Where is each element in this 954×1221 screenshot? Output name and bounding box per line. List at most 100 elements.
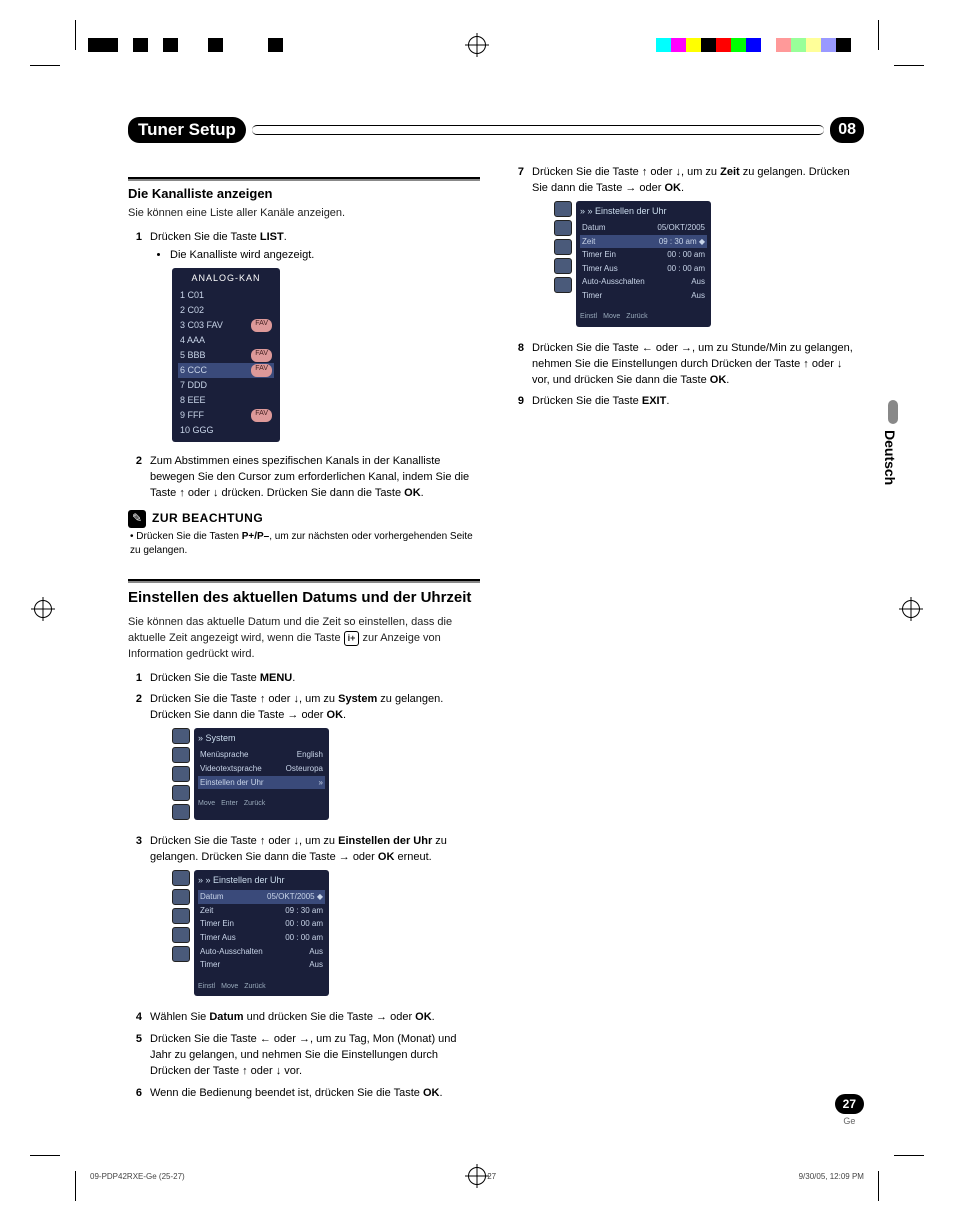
osd-row: 5 BBBFAV	[178, 348, 274, 363]
color-swatch	[223, 38, 238, 52]
color-swatch	[133, 38, 148, 52]
steps-uhrzeit: 1 Drücken Sie die Taste MENU. 2 Drücken …	[128, 671, 480, 1102]
key-label: OK	[665, 182, 682, 194]
print-file: 09-PDP42RXE-Ge (25-27)	[90, 1172, 185, 1181]
osd-title: » » Einstellen der Uhr	[198, 874, 325, 887]
osd-icon	[172, 946, 190, 962]
key-label: System	[338, 693, 377, 705]
osd-icon	[172, 870, 190, 886]
note-heading: ✎ ZUR BEACHTUNG	[128, 510, 480, 528]
osd-icon	[554, 239, 572, 255]
osd-panel: » System MenüspracheEnglishVideotextspra…	[194, 728, 329, 820]
color-swatch	[178, 38, 193, 52]
step-8: 8 Drücken Sie die Taste ← oder →, um zu …	[510, 341, 862, 389]
key-label: OK	[415, 1011, 432, 1023]
osd-row: Timer Ein00 : 00 am	[198, 917, 325, 931]
page-number: 27	[835, 1094, 864, 1114]
section-rule	[128, 177, 480, 181]
registration-mark	[902, 600, 920, 618]
key-label: Einstellen der Uhr	[338, 835, 432, 847]
step-2: 2 Zum Abstimmen eines spezifischen Kanal…	[128, 454, 480, 502]
crop-mark	[894, 1155, 924, 1156]
key-label: OK	[404, 487, 421, 499]
color-swatch	[118, 38, 133, 52]
osd-row: 1 C01	[178, 288, 274, 303]
section-subtitle: Sie können das aktuelle Datum und die Ze…	[128, 615, 480, 663]
color-bar-left	[88, 38, 298, 52]
chapter-title: Tuner Setup	[128, 117, 246, 143]
osd-row: MenüspracheEnglish	[198, 748, 325, 762]
page-lang-code: Ge	[835, 1116, 864, 1126]
osd-row: 7 DDD	[178, 378, 274, 393]
page-number-block: 27 Ge	[835, 1094, 864, 1126]
osd-row: 6 CCCFAV	[178, 363, 274, 378]
color-swatch	[148, 38, 163, 52]
osd-foot-item: Enter	[221, 799, 238, 809]
print-date: 9/30/05, 12:09 PM	[799, 1172, 864, 1181]
crop-mark	[30, 65, 60, 66]
osd-foot-item: Einstl	[198, 982, 215, 992]
osd-row: Auto-AusschaltenAus	[198, 945, 325, 959]
info-icon: i+	[344, 631, 360, 646]
steps-uhrzeit-cont: 7 Drücken Sie die Taste ↑ oder ↓, um zu …	[510, 165, 862, 410]
crop-mark	[894, 65, 924, 66]
osd-sidebar-icons	[554, 201, 572, 327]
color-swatch	[746, 38, 761, 52]
step-1: 1 Drücken Sie die Taste MENU.	[128, 671, 480, 687]
header-rule	[252, 125, 824, 135]
left-column: Die Kanalliste anzeigen Sie können eine …	[128, 165, 480, 1108]
color-swatch	[283, 38, 298, 52]
crop-mark	[30, 1155, 60, 1156]
osd-foot-item: Zurück	[626, 312, 647, 322]
step-6: 6 Wenn die Bedienung beendet ist, drücke…	[128, 1086, 480, 1102]
crop-mark	[878, 1171, 879, 1201]
osd-foot-item: Move	[221, 982, 238, 992]
osd-row: Zeit09 : 30 am ◆	[580, 235, 707, 249]
color-swatch	[701, 38, 716, 52]
color-swatch	[851, 38, 866, 52]
osd-title: » » Einstellen der Uhr	[580, 205, 707, 218]
steps-kanalliste: 1 Drücken Sie die Taste LIST. Die Kanall…	[128, 230, 480, 502]
step-4: 4 Wählen Sie Datum und drücken Sie die T…	[128, 1010, 480, 1026]
color-swatch	[163, 38, 178, 52]
osd-row: Zeit09 : 30 am	[198, 904, 325, 918]
key-label: OK	[327, 709, 344, 721]
side-pill	[888, 400, 898, 424]
key-label: OK	[423, 1087, 440, 1099]
color-swatch	[238, 38, 253, 52]
color-swatch	[193, 38, 208, 52]
osd-icon	[554, 258, 572, 274]
step-text: Drücken Sie die Taste	[150, 231, 260, 243]
note-icon: ✎	[128, 510, 146, 528]
osd-row: Einstellen der Uhr»	[198, 776, 325, 790]
osd-footer: EinstlMoveZurück	[580, 312, 707, 322]
osd-row: TimerAus	[580, 289, 707, 303]
section-title-kanalliste: Die Kanalliste anzeigen	[128, 185, 480, 204]
key-label: P+/P–	[242, 531, 270, 542]
color-swatch	[253, 38, 268, 52]
osd-icon	[172, 927, 190, 943]
section-title-uhrzeit: Einstellen des aktuellen Datums und der …	[128, 587, 480, 609]
color-bar-right	[656, 38, 866, 52]
color-swatch	[731, 38, 746, 52]
osd-row: 9 FFFFAV	[178, 408, 274, 423]
osd-foot-item: Move	[603, 312, 620, 322]
section-subtitle: Sie können eine Liste aller Kanäle anzei…	[128, 206, 480, 222]
osd-row: Datum05/OKT/2005	[580, 221, 707, 235]
osd-row: VideotextspracheOsteuropa	[198, 762, 325, 776]
osd-icon	[554, 220, 572, 236]
key-label: OK	[710, 374, 727, 386]
step-9: 9 Drücken Sie die Taste EXIT.	[510, 394, 862, 410]
osd-row: 2 C02	[178, 303, 274, 318]
osd-foot-item: Zurück	[244, 799, 265, 809]
osd-icon	[172, 728, 190, 744]
section-rule	[128, 579, 480, 583]
note-title: ZUR BEACHTUNG	[152, 510, 263, 527]
bullet-item: Die Kanalliste wird angezeigt.	[170, 248, 480, 264]
color-swatch	[686, 38, 701, 52]
color-swatch	[806, 38, 821, 52]
osd-icon	[554, 277, 572, 293]
color-swatch	[103, 38, 118, 52]
osd-row: TimerAus	[198, 958, 325, 972]
osd-row: 8 EEE	[178, 393, 274, 408]
